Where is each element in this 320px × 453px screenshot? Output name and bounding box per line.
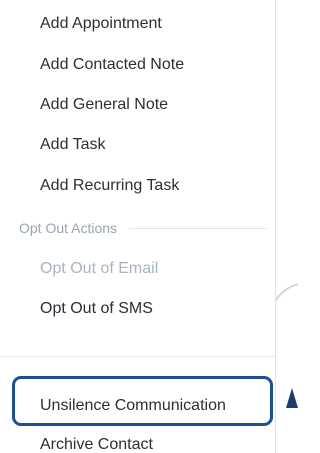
menu-item-add-recurring-task[interactable]: Add Recurring Task — [40, 176, 179, 196]
menu-item-opt-out-sms[interactable]: Opt Out of SMS — [40, 299, 153, 319]
opt-out-section-header: Opt Out Actions — [19, 218, 267, 238]
actions-dropdown-menu: Add Appointment Add Contacted Note Add G… — [0, 0, 276, 453]
menu-item-add-appointment[interactable]: Add Appointment — [40, 14, 162, 34]
page: Add Appointment Add Contacted Note Add G… — [0, 0, 298, 453]
menu-item-add-task[interactable]: Add Task — [40, 135, 106, 155]
menu-divider — [0, 356, 275, 357]
menu-item-archive-contact[interactable]: Archive Contact — [40, 435, 153, 453]
opt-out-section-label: Opt Out Actions — [19, 220, 118, 236]
section-divider-line — [129, 227, 267, 229]
menu-item-unsilence-communication[interactable]: Unsilence Communication — [40, 396, 226, 416]
menu-item-opt-out-email: Opt Out of Email — [40, 260, 159, 277]
menu-item-add-contacted-note[interactable]: Add Contacted Note — [40, 55, 184, 75]
background-pointer-shape — [286, 388, 298, 408]
menu-item-add-general-note[interactable]: Add General Note — [40, 95, 168, 115]
